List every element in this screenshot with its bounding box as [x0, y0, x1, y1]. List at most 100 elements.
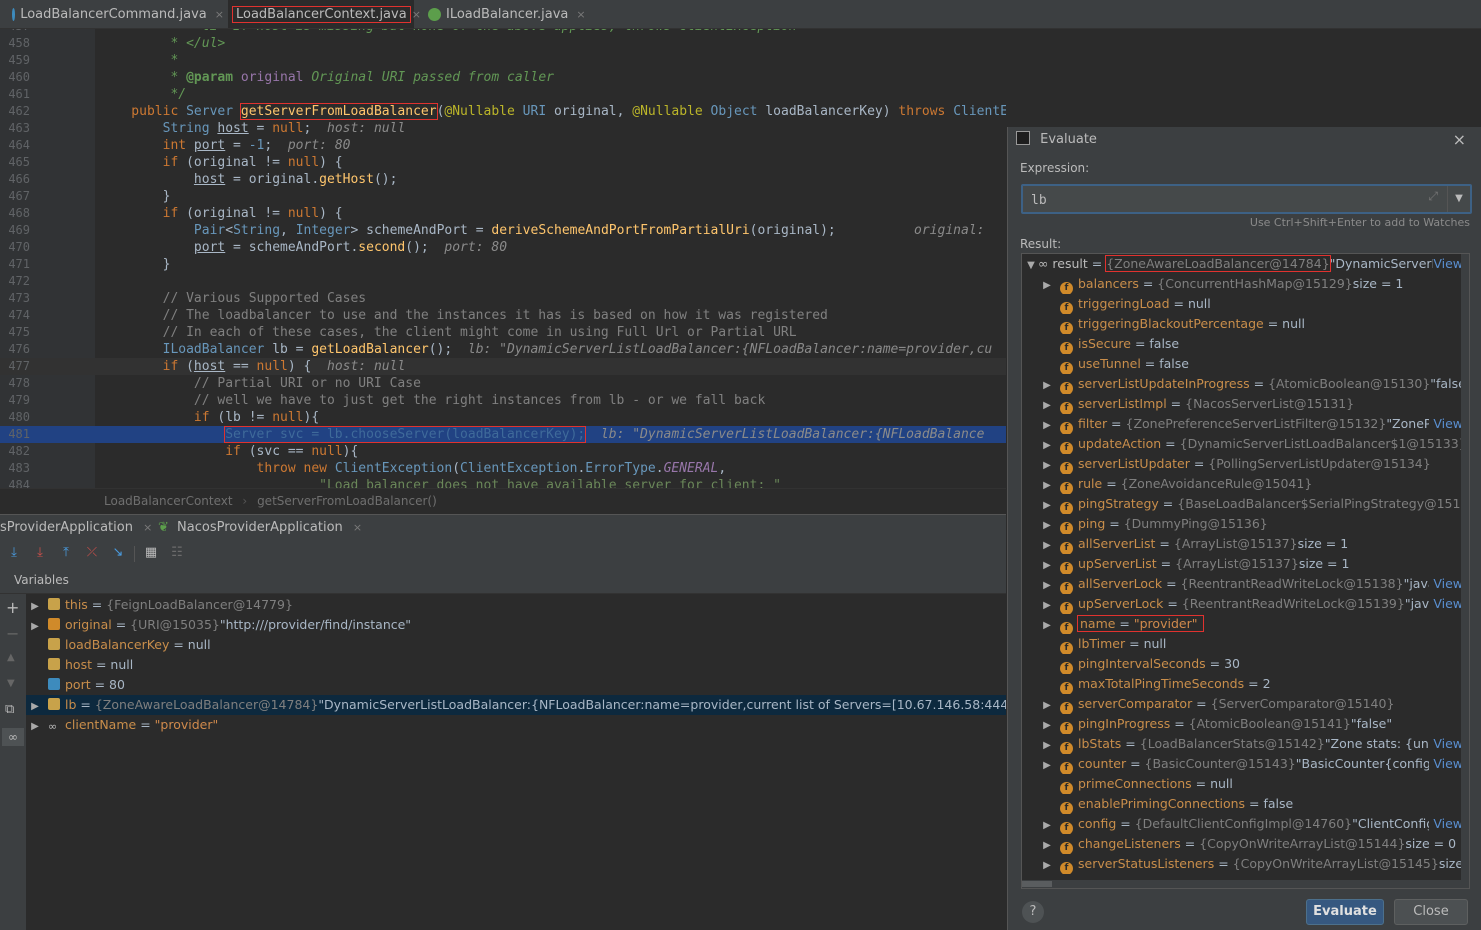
- field-row[interactable]: f triggeringBlackoutPercentage = null: [1022, 314, 1469, 334]
- step-out-icon[interactable]: ⤒: [59, 546, 73, 560]
- breadcrumb-method[interactable]: getServerFromLoadBalancer(): [257, 494, 437, 508]
- tab-loadbalancercommand[interactable]: LoadBalancerCommand.java ×: [12, 0, 224, 28]
- expand-arrow-icon[interactable]: ▶: [1040, 476, 1054, 494]
- field-row[interactable]: ▶ f allServerLock = {ReentrantReadWriteLoc…: [1022, 574, 1469, 594]
- field-row[interactable]: ▶ f changeListeners = {CopyOnWriteArrayLis…: [1022, 834, 1469, 854]
- close-dialog-icon[interactable]: ×: [1453, 127, 1466, 153]
- expand-arrow-icon[interactable]: ▶: [1040, 376, 1054, 394]
- move-down-icon[interactable]: ▼: [7, 678, 15, 689]
- field-row[interactable]: ▶ f serverListImpl = {NacosServerList@1513…: [1022, 394, 1469, 414]
- expand-arrow-icon[interactable]: ▶: [1040, 536, 1054, 554]
- expand-arrow-icon[interactable]: ▶: [1040, 816, 1054, 834]
- expand-arrow-icon[interactable]: ▶: [1040, 516, 1054, 534]
- expand-arrow-icon[interactable]: ▶: [1040, 496, 1054, 514]
- field-row[interactable]: ▶ f name = "provider": [1022, 614, 1469, 634]
- expand-arrow-icon[interactable]: ▶: [1040, 616, 1054, 634]
- close-tab-icon[interactable]: ×: [576, 8, 585, 21]
- expand-arrow-icon[interactable]: ▶: [1040, 836, 1054, 854]
- trace-icon[interactable]: ☷: [170, 546, 184, 560]
- expand-arrow-icon[interactable]: ▶: [1040, 276, 1054, 294]
- view-link[interactable]: View: [1429, 594, 1463, 614]
- horizontal-scrollbar[interactable]: [1022, 880, 1469, 888]
- view-link[interactable]: View: [1429, 734, 1463, 754]
- expand-arrow-icon[interactable]: ▶: [28, 617, 42, 635]
- field-row[interactable]: f primeConnections = null: [1022, 774, 1469, 794]
- field-row[interactable]: ▶ f upServerLock = {ReentrantReadWriteLock…: [1022, 594, 1469, 614]
- view-link[interactable]: View: [1429, 414, 1463, 434]
- variable-row[interactable]: loadBalancerKey = null: [26, 635, 1006, 655]
- expand-arrow-icon[interactable]: ▶: [1040, 856, 1054, 874]
- variable-row[interactable]: host = null: [26, 655, 1006, 675]
- expand-arrow-icon[interactable]: ▶: [1040, 416, 1054, 434]
- variable-row[interactable]: ▶ ∞ clientName = "provider": [26, 715, 1006, 735]
- view-link[interactable]: View: [1429, 814, 1463, 834]
- field-row[interactable]: ▶ f balancers = {ConcurrentHashMap@15129}s…: [1022, 274, 1469, 294]
- expand-arrow-icon[interactable]: ▶: [1040, 756, 1054, 774]
- field-row[interactable]: f lbTimer = null: [1022, 634, 1469, 654]
- expand-arrow-icon[interactable]: ▶: [28, 697, 42, 715]
- scrollbar-thumb[interactable]: [1022, 881, 1052, 887]
- field-row[interactable]: f isSecure = false: [1022, 334, 1469, 354]
- expand-arrow-icon[interactable]: ▶: [1040, 576, 1054, 594]
- result-row[interactable]: ▼ ∞ result = {ZoneAwareLoadBalancer@14784…: [1022, 254, 1469, 274]
- field-row[interactable]: f pingIntervalSeconds = 30: [1022, 654, 1469, 674]
- expand-arrow-icon[interactable]: ▶: [1040, 716, 1054, 734]
- vertical-scrollbar[interactable]: [1461, 254, 1469, 880]
- field-row[interactable]: ▶ f serverListUpdateInProgress = {AtomicBo…: [1022, 374, 1469, 394]
- expand-arrow-icon[interactable]: ▶: [28, 717, 42, 735]
- debug-tab-nacosproviderapplication[interactable]: ❦ NacosProviderApplication ×: [158, 515, 362, 541]
- view-link[interactable]: View: [1429, 574, 1463, 594]
- copy-icon[interactable]: ⧉: [5, 702, 14, 717]
- field-row[interactable]: ▶ f serverListUpdater = {PollingServerList…: [1022, 454, 1469, 474]
- move-up-icon[interactable]: ▲: [7, 652, 15, 663]
- debug-tab-sproviderapplication[interactable]: sProviderApplication ×: [0, 515, 152, 541]
- evaluate-expression-icon[interactable]: ▦: [144, 546, 158, 560]
- help-icon[interactable]: ?: [1022, 901, 1044, 923]
- field-row[interactable]: f maxTotalPingTimeSeconds = 2: [1022, 674, 1469, 694]
- expand-arrow-icon[interactable]: ▶: [1040, 596, 1054, 614]
- expand-arrow-icon[interactable]: ▶: [1040, 696, 1054, 714]
- variable-row[interactable]: ▶ this = {FeignLoadBalancer@14779}: [26, 595, 1006, 615]
- result-tree[interactable]: ▼ ∞ result = {ZoneAwareLoadBalancer@14784…: [1021, 253, 1470, 889]
- breadcrumb-class[interactable]: LoadBalancerContext: [104, 494, 233, 508]
- field-row[interactable]: ▶ f pingInProgress = {AtomicBoolean@15141}…: [1022, 714, 1469, 734]
- field-row[interactable]: ▶ f pingStrategy = {BaseLoadBalancer$Seria…: [1022, 494, 1469, 514]
- collapse-arrow-icon[interactable]: ▼: [1024, 256, 1038, 274]
- expression-field[interactable]: ⤢ ▼: [1021, 184, 1472, 214]
- variables-tree[interactable]: ▶ this = {FeignLoadBalancer@14779} ▶ origin…: [26, 594, 1006, 930]
- field-row[interactable]: ▶ f rule = {ZoneAvoidanceRule@15041}: [1022, 474, 1469, 494]
- tab-iloadbalancer[interactable]: ILoadBalancer.java ×: [428, 0, 588, 28]
- close-tab-icon[interactable]: ×: [215, 8, 224, 21]
- expand-icon[interactable]: ⤢: [1428, 189, 1438, 204]
- field-row[interactable]: ▶ f config = {DefaultClientConfigImpl@1476…: [1022, 814, 1469, 834]
- field-row[interactable]: ▶ f upServerList = {ArrayList@15137}size =…: [1022, 554, 1469, 574]
- run-to-cursor-icon[interactable]: ↘: [111, 546, 125, 560]
- variable-row[interactable]: ▶ lb = {ZoneAwareLoadBalancer@14784}"Dyna…: [26, 695, 1006, 715]
- add-watch-icon[interactable]: +: [6, 598, 19, 617]
- expand-arrow-icon[interactable]: ▶: [1040, 456, 1054, 474]
- field-row[interactable]: f enablePrimingConnections = false: [1022, 794, 1469, 814]
- remove-watch-icon[interactable]: −: [6, 624, 19, 643]
- field-row[interactable]: ▶ f updateAction = {DynamicServerListLoadB…: [1022, 434, 1469, 454]
- field-row[interactable]: f triggeringLoad = null: [1022, 294, 1469, 314]
- expand-arrow-icon[interactable]: ▶: [1040, 396, 1054, 414]
- close-tab-icon[interactable]: ×: [353, 521, 362, 534]
- field-row[interactable]: f useTunnel = false: [1022, 354, 1469, 374]
- field-row[interactable]: ▶ f counter = {BasicCounter@15143}"BasicCo…: [1022, 754, 1469, 774]
- step-over-icon[interactable]: ⤓: [7, 546, 21, 560]
- expand-arrow-icon[interactable]: ▶: [1040, 556, 1054, 574]
- variable-row[interactable]: port = 80: [26, 675, 1006, 695]
- step-into-icon[interactable]: ⤓: [33, 546, 47, 560]
- view-link[interactable]: View: [1433, 254, 1463, 274]
- expand-arrow-icon[interactable]: ▶: [1040, 436, 1054, 454]
- close-button[interactable]: Close: [1394, 899, 1468, 925]
- view-link[interactable]: View: [1429, 754, 1463, 774]
- field-row[interactable]: ▶ f ping = {DummyPing@15136}: [1022, 514, 1469, 534]
- variable-row[interactable]: ▶ original = {URI@15035}"http:///provider…: [26, 615, 1006, 635]
- field-row[interactable]: ▶ f allServerList = {ArrayList@15137}size …: [1022, 534, 1469, 554]
- tab-loadbalancercontext[interactable]: LoadBalancerContext.java ×: [228, 0, 421, 28]
- expand-arrow-icon[interactable]: ▶: [28, 597, 42, 615]
- show-watches-icon[interactable]: ∞: [2, 728, 24, 746]
- close-tab-icon[interactable]: ×: [143, 521, 152, 534]
- chevron-down-icon[interactable]: ▼: [1447, 186, 1470, 212]
